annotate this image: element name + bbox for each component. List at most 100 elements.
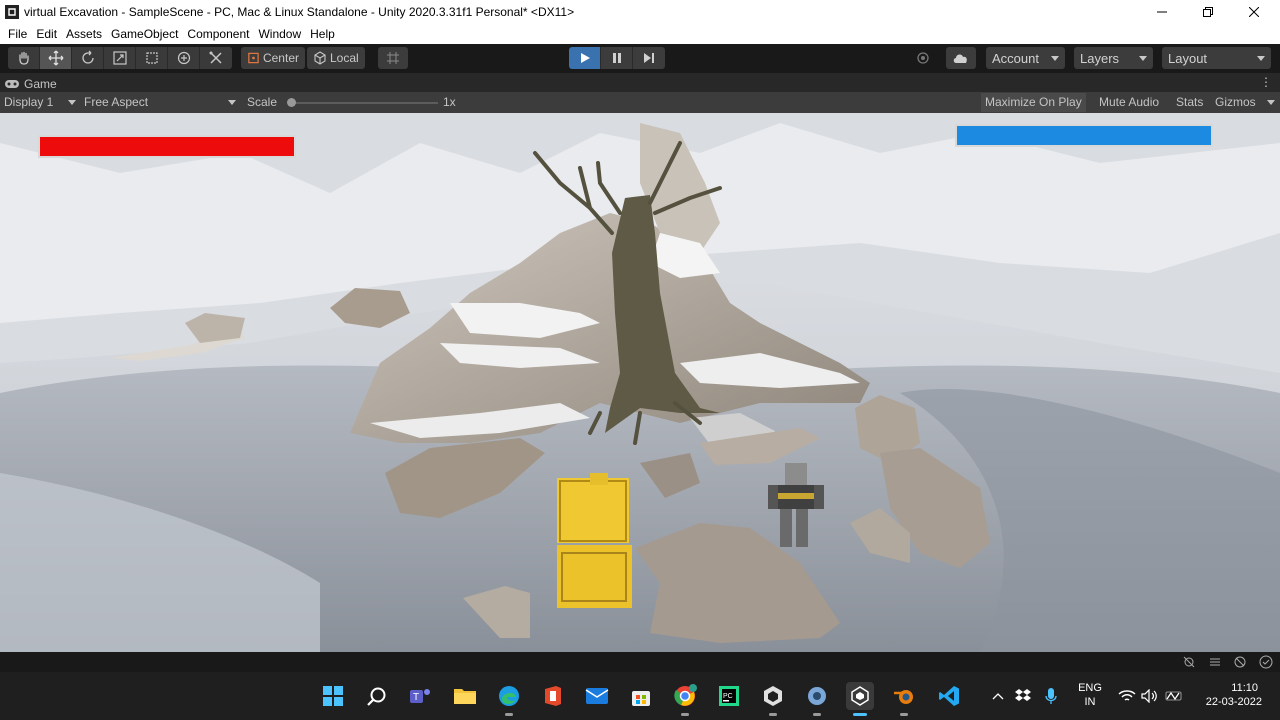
- display-dropdown[interactable]: Display 1: [4, 92, 53, 113]
- layers-label: Layers: [1080, 50, 1120, 66]
- chevron-down-icon: [68, 100, 76, 105]
- settings-icon[interactable]: [803, 682, 831, 716]
- clock-time: 11:10: [1231, 682, 1258, 694]
- gizmos-toggle[interactable]: Gizmos: [1211, 93, 1260, 112]
- running-indicator: [900, 713, 908, 716]
- teams-icon[interactable]: T: [406, 682, 434, 710]
- cache-icon[interactable]: [1232, 654, 1248, 670]
- hand-tool-icon[interactable]: [8, 47, 40, 69]
- menu-help[interactable]: Help: [306, 24, 339, 44]
- menu-file[interactable]: File: [4, 24, 31, 44]
- dropbox-icon[interactable]: [1012, 682, 1034, 710]
- clock[interactable]: 11:10 22-03-2022: [1196, 682, 1276, 708]
- rotate-tool-icon[interactable]: [72, 47, 104, 69]
- aspect-dropdown[interactable]: Free Aspect: [84, 92, 148, 113]
- clock-date: 22-03-2022: [1205, 696, 1262, 708]
- cloud-icon[interactable]: [946, 47, 976, 69]
- account-label: Account: [992, 50, 1039, 66]
- minimize-button[interactable]: [1139, 0, 1185, 24]
- tab-game[interactable]: Game: [4, 75, 57, 92]
- progress-icon[interactable]: [1207, 654, 1223, 670]
- unity-icon[interactable]: [846, 682, 874, 716]
- store-icon[interactable]: [627, 682, 655, 710]
- custom-tool-icon[interactable]: [200, 47, 232, 69]
- mail-icon[interactable]: [583, 682, 611, 710]
- chevron-down-icon: [1257, 56, 1265, 61]
- bug-icon[interactable]: [1181, 654, 1197, 670]
- close-button[interactable]: [1231, 0, 1277, 24]
- office-icon[interactable]: [539, 682, 567, 710]
- local-space-icon: [314, 51, 326, 65]
- microphone-icon[interactable]: [1040, 682, 1062, 710]
- game-viewport[interactable]: [0, 113, 1280, 652]
- blender-icon[interactable]: [890, 682, 918, 716]
- player-health-bar: [38, 135, 296, 158]
- unity-app-icon: [4, 4, 20, 20]
- pivot-toggle[interactable]: Center: [241, 47, 305, 69]
- running-indicator: [681, 713, 689, 716]
- chevron-down-icon: [1051, 56, 1059, 61]
- language-indicator[interactable]: ENG IN: [1074, 682, 1106, 708]
- layers-dropdown[interactable]: Layers: [1074, 47, 1153, 69]
- play-button[interactable]: [569, 47, 601, 69]
- rect-tool-icon[interactable]: [136, 47, 168, 69]
- grid-snap-icon[interactable]: [378, 47, 408, 69]
- main-toolbar: Center Local Account Layers Layout: [0, 44, 1280, 73]
- menu-edit[interactable]: Edit: [32, 24, 61, 44]
- wifi-icon[interactable]: [1116, 682, 1138, 710]
- unity-hub-icon[interactable]: [759, 682, 787, 716]
- playback-controls: [569, 47, 665, 69]
- chrome-icon[interactable]: [671, 682, 699, 716]
- layout-label: Layout: [1168, 50, 1208, 66]
- menu-assets[interactable]: Assets: [62, 24, 106, 44]
- pycharm-icon[interactable]: PC: [715, 682, 743, 710]
- battery-icon[interactable]: [1163, 682, 1185, 710]
- scale-slider-track[interactable]: [290, 102, 438, 104]
- stats-toggle[interactable]: Stats: [1172, 93, 1207, 112]
- check-icon[interactable]: [1258, 654, 1274, 670]
- transform-tool-icon[interactable]: [168, 47, 200, 69]
- language-code: ENG: [1078, 682, 1102, 694]
- svg-text:T: T: [413, 692, 419, 703]
- search-icon[interactable]: [363, 682, 391, 710]
- layout-dropdown[interactable]: Layout: [1162, 47, 1271, 69]
- pivot-center-icon: [248, 52, 259, 64]
- windows-taskbar: T PC ENG IN 11:10 22-03-2022: [0, 672, 1280, 720]
- gamepad-icon: [5, 79, 19, 88]
- more-options-icon[interactable]: ⋮: [1260, 75, 1272, 89]
- step-button[interactable]: [633, 47, 665, 69]
- menu-window[interactable]: Window: [254, 24, 305, 44]
- edge-icon[interactable]: [495, 682, 523, 716]
- account-dropdown[interactable]: Account: [986, 47, 1065, 69]
- volume-icon[interactable]: [1139, 682, 1161, 710]
- enemy-health-bar: [955, 124, 1213, 147]
- transform-tools: [8, 47, 232, 69]
- pause-button[interactable]: [601, 47, 633, 69]
- mute-audio-toggle[interactable]: Mute Audio: [1095, 93, 1163, 112]
- pause-icon: [612, 53, 621, 63]
- show-hidden-icons-chevron-icon[interactable]: [988, 682, 1008, 710]
- running-indicator: [505, 713, 513, 716]
- collab-icon[interactable]: [908, 47, 938, 69]
- move-tool-icon[interactable]: [40, 47, 72, 69]
- file-explorer-icon[interactable]: [451, 682, 479, 710]
- space-toggle[interactable]: Local: [307, 47, 365, 69]
- svg-text:PC: PC: [723, 693, 733, 700]
- game-tab-bar: Game ⋮: [0, 73, 1280, 92]
- menu-component[interactable]: Component: [183, 24, 253, 44]
- maximize-on-play-toggle[interactable]: Maximize On Play: [981, 93, 1086, 112]
- vscode-icon[interactable]: [935, 682, 963, 710]
- running-indicator: [813, 713, 821, 716]
- step-icon: [644, 53, 654, 63]
- scale-label: Scale: [247, 95, 278, 109]
- window-title-bar: virtual Excavation - SampleScene - PC, M…: [0, 0, 1280, 24]
- start-icon[interactable]: [319, 682, 347, 710]
- pivot-label: Center: [262, 51, 299, 65]
- game-scene: [0, 113, 1280, 652]
- running-indicator: [769, 713, 777, 716]
- restore-button[interactable]: [1185, 0, 1231, 24]
- menu-gameobject[interactable]: GameObject: [107, 24, 182, 44]
- scale-tool-icon[interactable]: [104, 47, 136, 69]
- space-label: Local: [330, 51, 359, 65]
- scale-slider-thumb[interactable]: [287, 98, 296, 107]
